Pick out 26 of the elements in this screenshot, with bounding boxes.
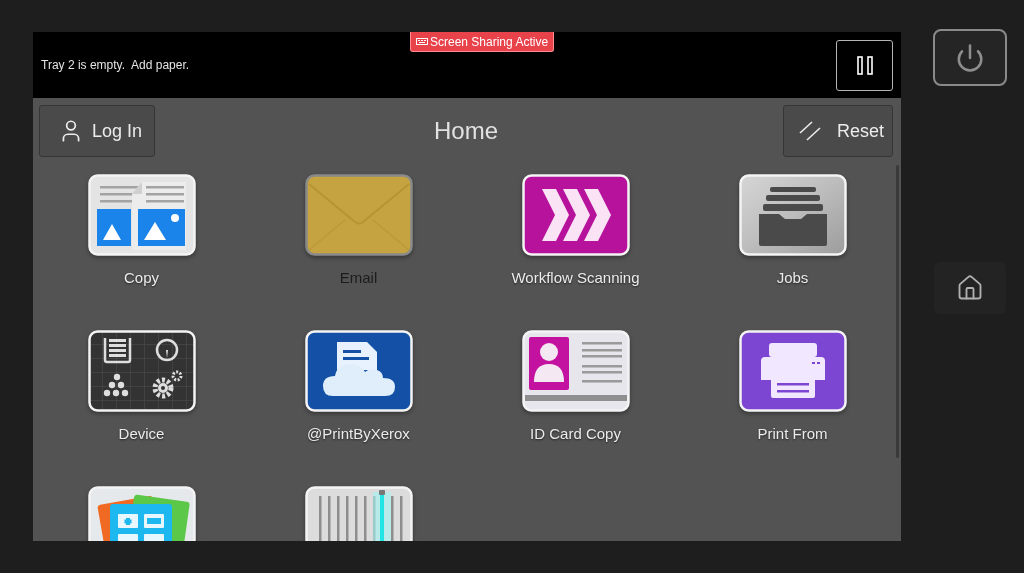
double-slash-icon [799,121,821,141]
power-button[interactable] [932,29,1007,86]
app-tile[interactable]: @PrintByXerox [304,330,413,444]
app-tile[interactable]: Jobs [738,174,847,288]
app-tile[interactable]: ID Card Copy [521,330,630,444]
printer-icon [738,330,847,412]
chevrons-icon [521,174,630,256]
page-title: Home [434,116,498,146]
pause-icon [856,55,873,75]
envelope-icon [304,174,413,256]
cloud-document-icon [304,330,413,412]
screen-share-icon [416,38,428,45]
device-tools-icon [87,330,196,412]
badge-text: Screen Sharing Active [430,33,549,51]
login-button[interactable]: Log In [39,105,155,157]
reset-button[interactable]: Reset [783,105,893,157]
id-card-icon [521,330,630,412]
app-tile[interactable]: Device [87,330,196,444]
home-button[interactable] [933,262,1006,314]
app-tile[interactable]: Copy [87,174,196,288]
copy-pages-icon [87,174,196,256]
pause-button[interactable] [836,39,893,91]
tray-stack-icon [738,174,847,256]
app-tile[interactable]: Workflow Scanning [511,174,640,288]
status-message: Tray 2 is empty. Add paper. [41,57,190,74]
app-tile[interactable]: Print From [738,330,847,444]
